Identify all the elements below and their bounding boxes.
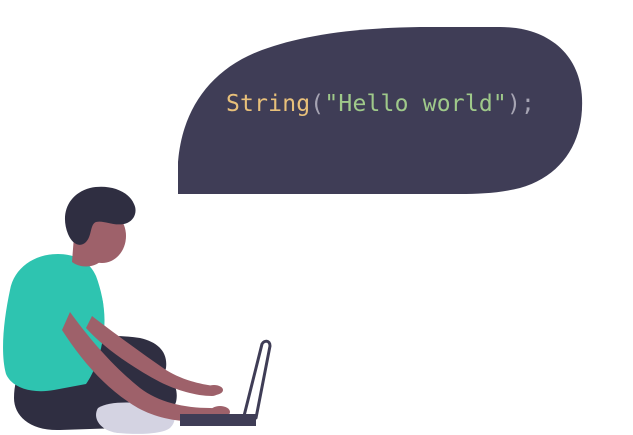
developer-illustration bbox=[3, 27, 583, 434]
code-open-paren: ( bbox=[310, 91, 325, 117]
laptop-base bbox=[180, 414, 256, 426]
person-with-laptop bbox=[3, 186, 230, 434]
code-snippet: String("Hello world"); bbox=[226, 88, 535, 120]
illustration-canvas: String("Hello world"); bbox=[0, 0, 633, 435]
code-terminator: ; bbox=[521, 91, 536, 117]
code-close-paren: ) bbox=[506, 91, 522, 117]
hand-back bbox=[205, 385, 223, 395]
laptop-screen bbox=[242, 339, 272, 420]
code-string-literal: "Hello world" bbox=[324, 91, 507, 117]
code-function-name: String bbox=[226, 91, 311, 117]
